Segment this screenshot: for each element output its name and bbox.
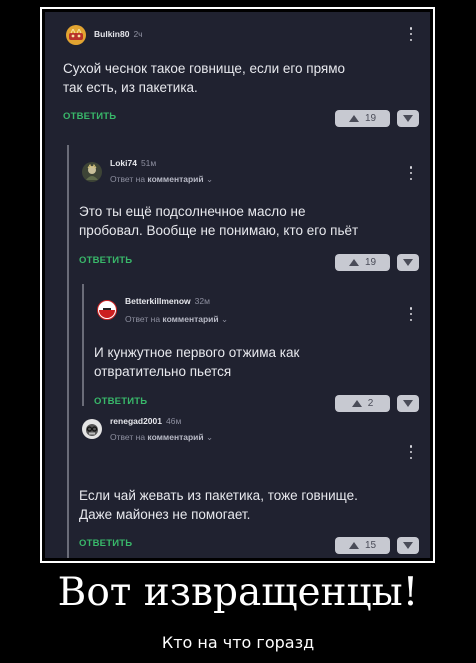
comments-panel: Bulkin80 2ч Сухой чеснок такое говнище, е… xyxy=(45,12,430,558)
comment-text-line: Сухой чеснок такое говнище, если его пря… xyxy=(63,61,346,76)
thread-line xyxy=(82,284,84,406)
comment-username[interactable]: Bulkin80 2ч xyxy=(94,29,143,39)
downvote-button[interactable] xyxy=(397,110,419,127)
downvote-button[interactable] xyxy=(397,537,419,554)
caption-subtitle: Кто на что горазд xyxy=(161,633,315,652)
arrow-down-icon xyxy=(403,400,413,407)
arrow-down-icon xyxy=(403,115,413,122)
comment-text-line: И кунжутное первого отжима как xyxy=(94,345,300,360)
arrow-up-icon xyxy=(351,400,362,407)
reply-button[interactable]: ОТВЕТИТЬ xyxy=(79,538,132,549)
reply-to-line[interactable]: Ответ на комментарий ⌄ xyxy=(110,174,213,185)
chevron-down-icon[interactable]: ⌄ xyxy=(206,174,213,184)
vote-count: 19 xyxy=(364,257,377,268)
vote-count: 19 xyxy=(364,113,377,124)
more-options-icon[interactable] xyxy=(407,307,415,321)
comment-username[interactable]: renegad2001 46м xyxy=(110,416,181,426)
vote-count: 15 xyxy=(364,540,377,551)
more-options-icon[interactable] xyxy=(407,166,415,180)
arrow-up-icon xyxy=(348,542,359,549)
character-avatar-icon[interactable] xyxy=(82,162,102,182)
comment-time: 2ч xyxy=(133,29,143,39)
comment-username[interactable]: Loki74 51м xyxy=(110,158,156,168)
reply-to-line[interactable]: Ответ на комментарий ⌄ xyxy=(125,314,228,325)
caption-title: Вот извращенцы! xyxy=(57,570,419,615)
arrow-down-icon xyxy=(403,259,413,266)
demotivator-frame: Bulkin80 2ч Сухой чеснок такое говнище, е… xyxy=(40,7,435,563)
upvote-button[interactable]: 19 xyxy=(335,110,390,127)
arrow-up-icon xyxy=(348,259,359,266)
upvote-button[interactable]: 19 xyxy=(335,254,390,271)
comment-text-line: Даже майонез не помогает. xyxy=(79,507,251,522)
comment-text-line: Если чай жевать из пакетика, тоже говнищ… xyxy=(79,488,358,503)
reply-button[interactable]: ОТВЕТИТЬ xyxy=(79,255,132,266)
comment-username[interactable]: Betterkillmenow 32м xyxy=(125,296,210,306)
chevron-down-icon[interactable]: ⌄ xyxy=(206,432,213,442)
comment-text: И кунжутное первого отжима как отвратите… xyxy=(94,343,299,381)
comment-text: Сухой чеснок такое говнище, если его пря… xyxy=(63,59,345,97)
comment-time: 32м xyxy=(194,296,210,306)
keep-calm-avatar-icon[interactable] xyxy=(97,300,117,320)
comment-text: Это ты ещё подсолнечное масло не пробова… xyxy=(79,202,358,240)
comment-text-line: так есть, из пакетика. xyxy=(63,80,198,95)
comment-time: 46м xyxy=(165,416,182,426)
more-options-icon[interactable] xyxy=(407,27,415,41)
reply-button[interactable]: ОТВЕТИТЬ xyxy=(63,111,116,122)
comment-text: Если чай жевать из пакетика, тоже говнищ… xyxy=(79,486,358,524)
comment-time: 51м xyxy=(140,158,157,168)
comment-text-line: отвратительно пьется xyxy=(94,364,232,379)
arrow-up-icon xyxy=(348,115,359,122)
upvote-button[interactable]: 15 xyxy=(335,537,390,554)
chinese-zodiac-avatar-icon[interactable] xyxy=(66,25,86,45)
comment-text-line: Это ты ещё подсолнечное масло не xyxy=(79,204,306,219)
downvote-button[interactable] xyxy=(397,254,419,271)
arrow-down-icon xyxy=(403,542,413,549)
thread-line xyxy=(67,145,69,558)
upvote-button[interactable]: 2 xyxy=(335,395,390,412)
reply-to-line[interactable]: Ответ на комментарий ⌄ xyxy=(110,432,213,443)
gorilla-glasses-avatar-icon[interactable] xyxy=(82,419,102,439)
reply-button[interactable]: ОТВЕТИТЬ xyxy=(94,396,147,407)
chevron-down-icon[interactable]: ⌄ xyxy=(221,314,228,324)
more-options-icon[interactable] xyxy=(407,445,415,459)
downvote-button[interactable] xyxy=(397,395,419,412)
comment-text-line: пробовал. Вообще не понимаю, кто его пьё… xyxy=(79,223,359,238)
vote-count: 2 xyxy=(367,398,374,409)
